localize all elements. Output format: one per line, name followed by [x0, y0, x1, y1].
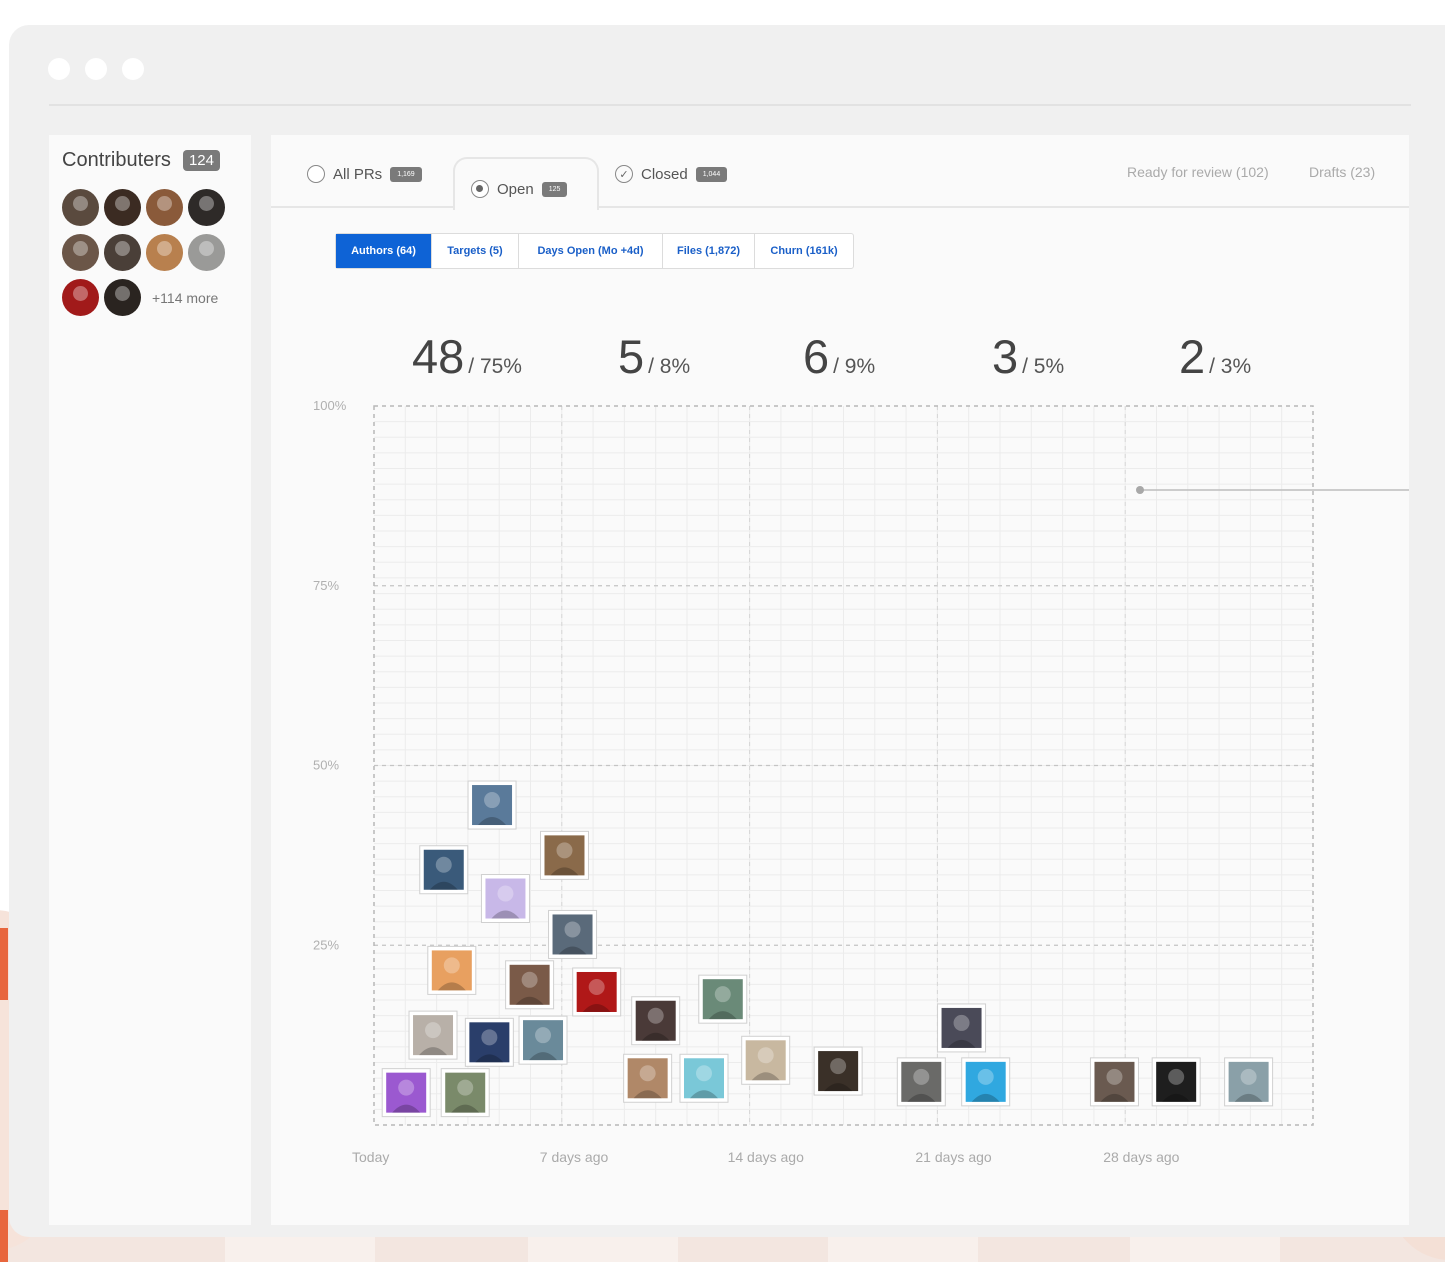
- avatar-head: [481, 1029, 498, 1046]
- contributor-avatar-grid: +114 more: [62, 189, 242, 324]
- contributor-avatar[interactable]: [62, 279, 99, 316]
- pr-author-point[interactable]: [539, 830, 589, 880]
- window-controls: [48, 58, 144, 80]
- close-window-dot[interactable]: [48, 58, 70, 80]
- pr-author-point[interactable]: [679, 1053, 729, 1103]
- x-axis-tick-label: 14 days ago: [728, 1149, 804, 1165]
- pr-author-point[interactable]: [427, 945, 477, 995]
- callout-dot: [1136, 486, 1144, 494]
- avatar-head: [484, 792, 501, 809]
- avatar-head: [639, 1065, 656, 1082]
- avatar-head: [497, 885, 514, 902]
- avatar-head: [830, 1058, 847, 1075]
- avatar-head: [757, 1047, 774, 1064]
- y-axis-tick-label: 75%: [313, 578, 339, 593]
- more-contributors-link[interactable]: +114 more: [152, 290, 218, 306]
- contributor-avatar[interactable]: [104, 189, 141, 226]
- avatar-head: [977, 1068, 994, 1085]
- pr-age-scatter-chart: 100% 75% 50% 25% Today 7 days ago 14 days ago 2…: [313, 398, 1409, 1165]
- y-axis-tick-label: 100%: [313, 398, 347, 413]
- pr-author-point[interactable]: [572, 967, 622, 1017]
- avatar-head: [1168, 1068, 1185, 1085]
- pr-author-point[interactable]: [518, 1015, 568, 1065]
- contributors-sidebar: Contributers 124 +114 more: [49, 135, 251, 1225]
- pr-author-point[interactable]: [467, 780, 517, 830]
- sidebar-title: Contributers: [62, 149, 171, 171]
- avatar-head: [1240, 1068, 1257, 1085]
- y-axis-tick-label: 25%: [313, 937, 339, 952]
- y-axis-tick-label: 50%: [313, 758, 339, 773]
- avatar-head: [398, 1079, 415, 1096]
- pr-author-point[interactable]: [480, 874, 530, 924]
- avatar-head: [714, 986, 731, 1003]
- pr-author-point[interactable]: [896, 1057, 946, 1107]
- avatar-row: [62, 189, 242, 226]
- maximize-window-dot[interactable]: [122, 58, 144, 80]
- pr-author-point[interactable]: [937, 1003, 987, 1053]
- x-axis-tick-label: 21 days ago: [915, 1149, 991, 1165]
- contributor-avatar[interactable]: [104, 234, 141, 271]
- contributor-avatar[interactable]: [188, 234, 225, 271]
- avatar-head: [564, 921, 581, 938]
- pr-author-point[interactable]: [381, 1068, 431, 1118]
- sidebar-header: Contributers 124: [62, 149, 220, 172]
- pr-author-point[interactable]: [419, 845, 469, 895]
- pr-author-point[interactable]: [1224, 1057, 1274, 1107]
- pr-author-point[interactable]: [961, 1057, 1011, 1107]
- avatar-head: [435, 856, 452, 873]
- avatar-head: [913, 1068, 930, 1085]
- avatar-head: [535, 1027, 552, 1044]
- minimize-window-dot[interactable]: [85, 58, 107, 80]
- app-window: Contributers 124 +114 more All PRs 1,169…: [9, 25, 1445, 1237]
- contributor-avatar[interactable]: [62, 234, 99, 271]
- contributor-avatar[interactable]: [146, 189, 183, 226]
- pr-author-point[interactable]: [408, 1010, 458, 1060]
- avatar-head: [695, 1065, 712, 1082]
- avatar-head: [457, 1079, 474, 1096]
- pr-author-point[interactable]: [464, 1017, 514, 1067]
- avatar-row: [62, 234, 242, 271]
- pr-author-point[interactable]: [631, 996, 681, 1046]
- contributor-avatar[interactable]: [62, 189, 99, 226]
- x-axis-tick-label: Today: [352, 1149, 389, 1165]
- pr-author-point[interactable]: [813, 1046, 863, 1096]
- avatar-head: [521, 971, 538, 988]
- x-axis-tick-label: 28 days ago: [1103, 1149, 1179, 1165]
- pr-author-point[interactable]: [1089, 1057, 1139, 1107]
- contributor-avatar[interactable]: [146, 234, 183, 271]
- avatar-head: [1106, 1068, 1123, 1085]
- pr-author-point[interactable]: [698, 974, 748, 1024]
- pr-author-point[interactable]: [741, 1035, 791, 1085]
- avatar-row: +114 more: [62, 279, 242, 316]
- contributor-avatar[interactable]: [188, 189, 225, 226]
- pr-author-point[interactable]: [548, 909, 598, 959]
- avatar-head: [425, 1022, 442, 1039]
- pr-author-point[interactable]: [505, 960, 555, 1010]
- avatar-head: [953, 1014, 970, 1031]
- avatar-head: [647, 1007, 664, 1024]
- contributors-count-badge: 124: [182, 150, 220, 171]
- contributor-avatar[interactable]: [104, 279, 141, 316]
- x-axis-tick-label: 7 days ago: [540, 1149, 609, 1165]
- pull-requests-panel: All PRs 1,169 Open 125 ✓ Closed 1,044 Re…: [271, 135, 1409, 1225]
- pr-author-point[interactable]: [623, 1053, 673, 1103]
- avatar-head: [556, 842, 573, 859]
- titlebar-divider: [49, 104, 1411, 106]
- avatar-head: [588, 978, 605, 995]
- avatar-head: [443, 957, 460, 974]
- pr-author-point[interactable]: [1151, 1057, 1201, 1107]
- pr-author-point[interactable]: [440, 1068, 490, 1118]
